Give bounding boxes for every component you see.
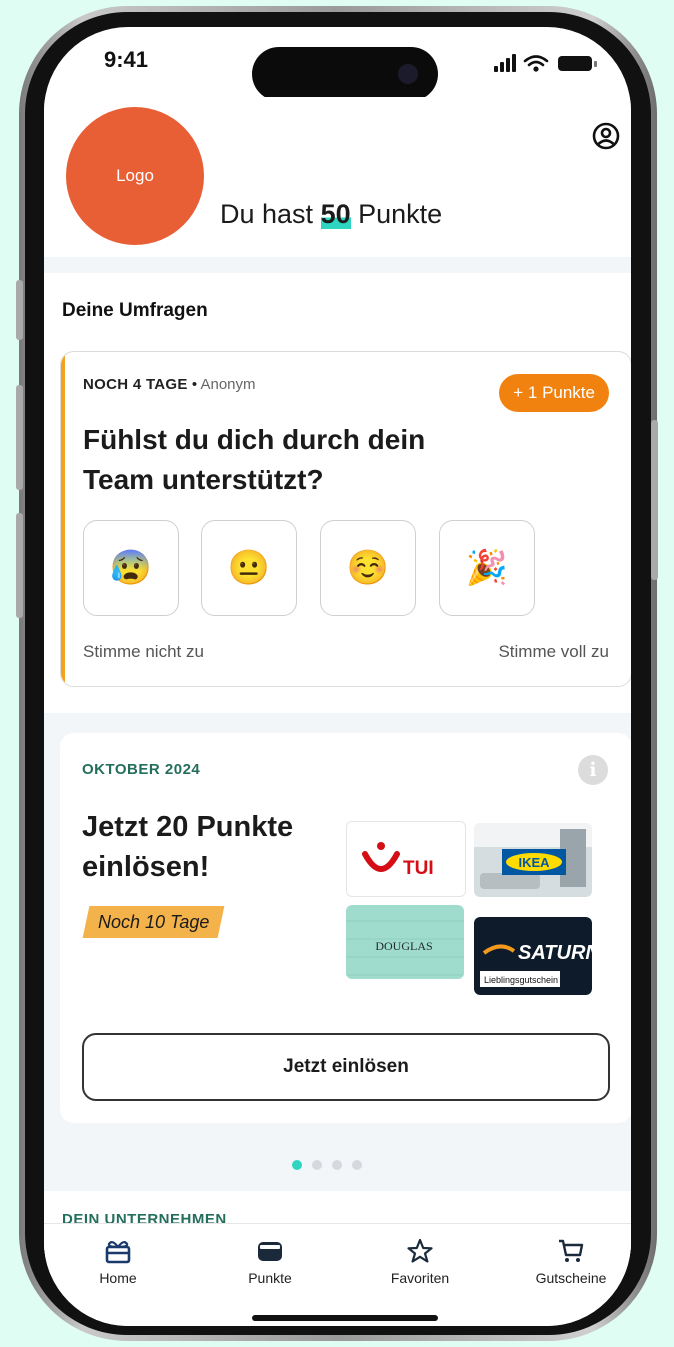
answer-option-1[interactable]: 😰 (83, 520, 179, 616)
voucher-douglas: DOUGLAS (346, 905, 464, 979)
tab-gutscheine-label: Gutscheine (535, 1270, 607, 1286)
saturn-brand: SATURN (518, 942, 592, 964)
volume-down-button (16, 513, 23, 618)
voucher-tui: TUI (346, 821, 466, 897)
status-time: 9:41 (104, 47, 149, 72)
survey-days-left: NOCH 4 TAGE (83, 376, 188, 393)
survey-question: Fühlst du dich durch dein Team unterstüt… (83, 424, 426, 495)
carousel-dot-3[interactable] (332, 1160, 342, 1170)
voucher-saturn: SATURN Lieblingsgutschein (474, 917, 592, 995)
reward-badge: + 1 Punkte (499, 374, 609, 412)
volume-up-button (16, 385, 23, 490)
points-summary: Du hast 50 Punkte (220, 199, 442, 230)
status-bar: 9:41 (44, 27, 631, 101)
camera-icon (398, 64, 418, 84)
surveys-section: Deine Umfragen NOCH 4 TAGE • Anonym + 1 … (44, 273, 631, 713)
wifi-dot (533, 66, 539, 72)
cart-icon (559, 1239, 584, 1262)
redeem-now-button[interactable]: Jetzt einlösen (82, 1033, 610, 1101)
info-icon[interactable]: i (578, 755, 608, 785)
answer-option-2[interactable]: 😐 (201, 520, 297, 616)
status-icons (494, 54, 597, 72)
answer-option-4[interactable]: 🎉 (439, 520, 535, 616)
surveys-title: Deine Umfragen (62, 300, 208, 321)
tab-home[interactable]: Home (58, 1238, 178, 1286)
ikea-logo: IKEA (474, 823, 592, 897)
carousel-dot-1[interactable] (292, 1160, 302, 1170)
dynamic-island (252, 47, 438, 101)
silent-switch (16, 280, 23, 340)
tab-favoriten[interactable]: Favoriten (360, 1238, 480, 1286)
promo-title: Jetzt 20 Punkte einlösen! (82, 811, 294, 883)
signal-icon (494, 54, 516, 72)
douglas-logo: DOUGLAS (346, 905, 464, 979)
bottom-tab-bar: Home Punkte Favoriten Gutscheine (44, 1223, 631, 1326)
tab-home-label: Home (99, 1270, 137, 1286)
tab-favoriten-label: Favoriten (390, 1270, 450, 1286)
app-screen: 9:41 Logo Du hast 50 Punkte Deine Umfrag… (44, 27, 631, 1326)
battery-icon (558, 56, 597, 71)
profile-icon[interactable] (592, 122, 620, 150)
deadline-badge: Noch 10 Tage (82, 906, 225, 938)
answer-option-3[interactable]: ☺️ (320, 520, 416, 616)
feed: Deine Umfragen NOCH 4 TAGE • Anonym + 1 … (44, 257, 631, 1257)
wallet-icon (258, 1242, 282, 1261)
scale-max-label: Stimme voll zu (498, 642, 609, 661)
meta-separator: • (191, 376, 198, 393)
voucher-ikea: IKEA (474, 823, 592, 897)
tui-logo: TUI (362, 842, 434, 879)
logo-label: Logo (116, 166, 154, 185)
survey-card[interactable]: NOCH 4 TAGE • Anonym + 1 Punkte Fühlst d… (60, 351, 631, 687)
company-logo: Logo (66, 107, 204, 245)
survey-anonymity: Anonym (200, 376, 256, 393)
home-indicator (252, 1315, 438, 1321)
points-value: 50 (320, 199, 351, 229)
tab-punkte[interactable]: Punkte (210, 1238, 330, 1286)
ikea-brand: IKEA (518, 855, 550, 870)
carousel-pagination (292, 1160, 362, 1170)
carousel-dot-2[interactable] (312, 1160, 322, 1170)
star-icon (407, 1238, 433, 1263)
carousel-dot-4[interactable] (352, 1160, 362, 1170)
survey-accent-bar (61, 352, 65, 686)
points-suffix: Punkte (358, 199, 443, 229)
survey-meta: NOCH 4 TAGE • Anonym (83, 376, 256, 393)
saturn-logo: SATURN Lieblingsgutschein (474, 917, 592, 995)
points-prefix: Du hast (220, 199, 314, 229)
scale-min-label: Stimme nicht zu (83, 642, 204, 661)
tab-punkte-label: Punkte (248, 1270, 292, 1286)
wifi-icon (523, 55, 549, 67)
saturn-subtitle: Lieblingsgutschein (484, 975, 558, 985)
redeem-promo-card: OKTOBER 2024 i Jetzt 20 Punkte einlösen!… (60, 733, 631, 1123)
tab-gutscheine[interactable]: Gutscheine (511, 1238, 631, 1286)
promo-month: OKTOBER 2024 (82, 761, 201, 778)
deadline-label: Noch 10 Tage (98, 912, 210, 932)
tui-brand: TUI (403, 858, 434, 879)
gift-icon (105, 1240, 131, 1264)
power-button (651, 420, 658, 580)
douglas-brand: DOUGLAS (375, 939, 432, 953)
